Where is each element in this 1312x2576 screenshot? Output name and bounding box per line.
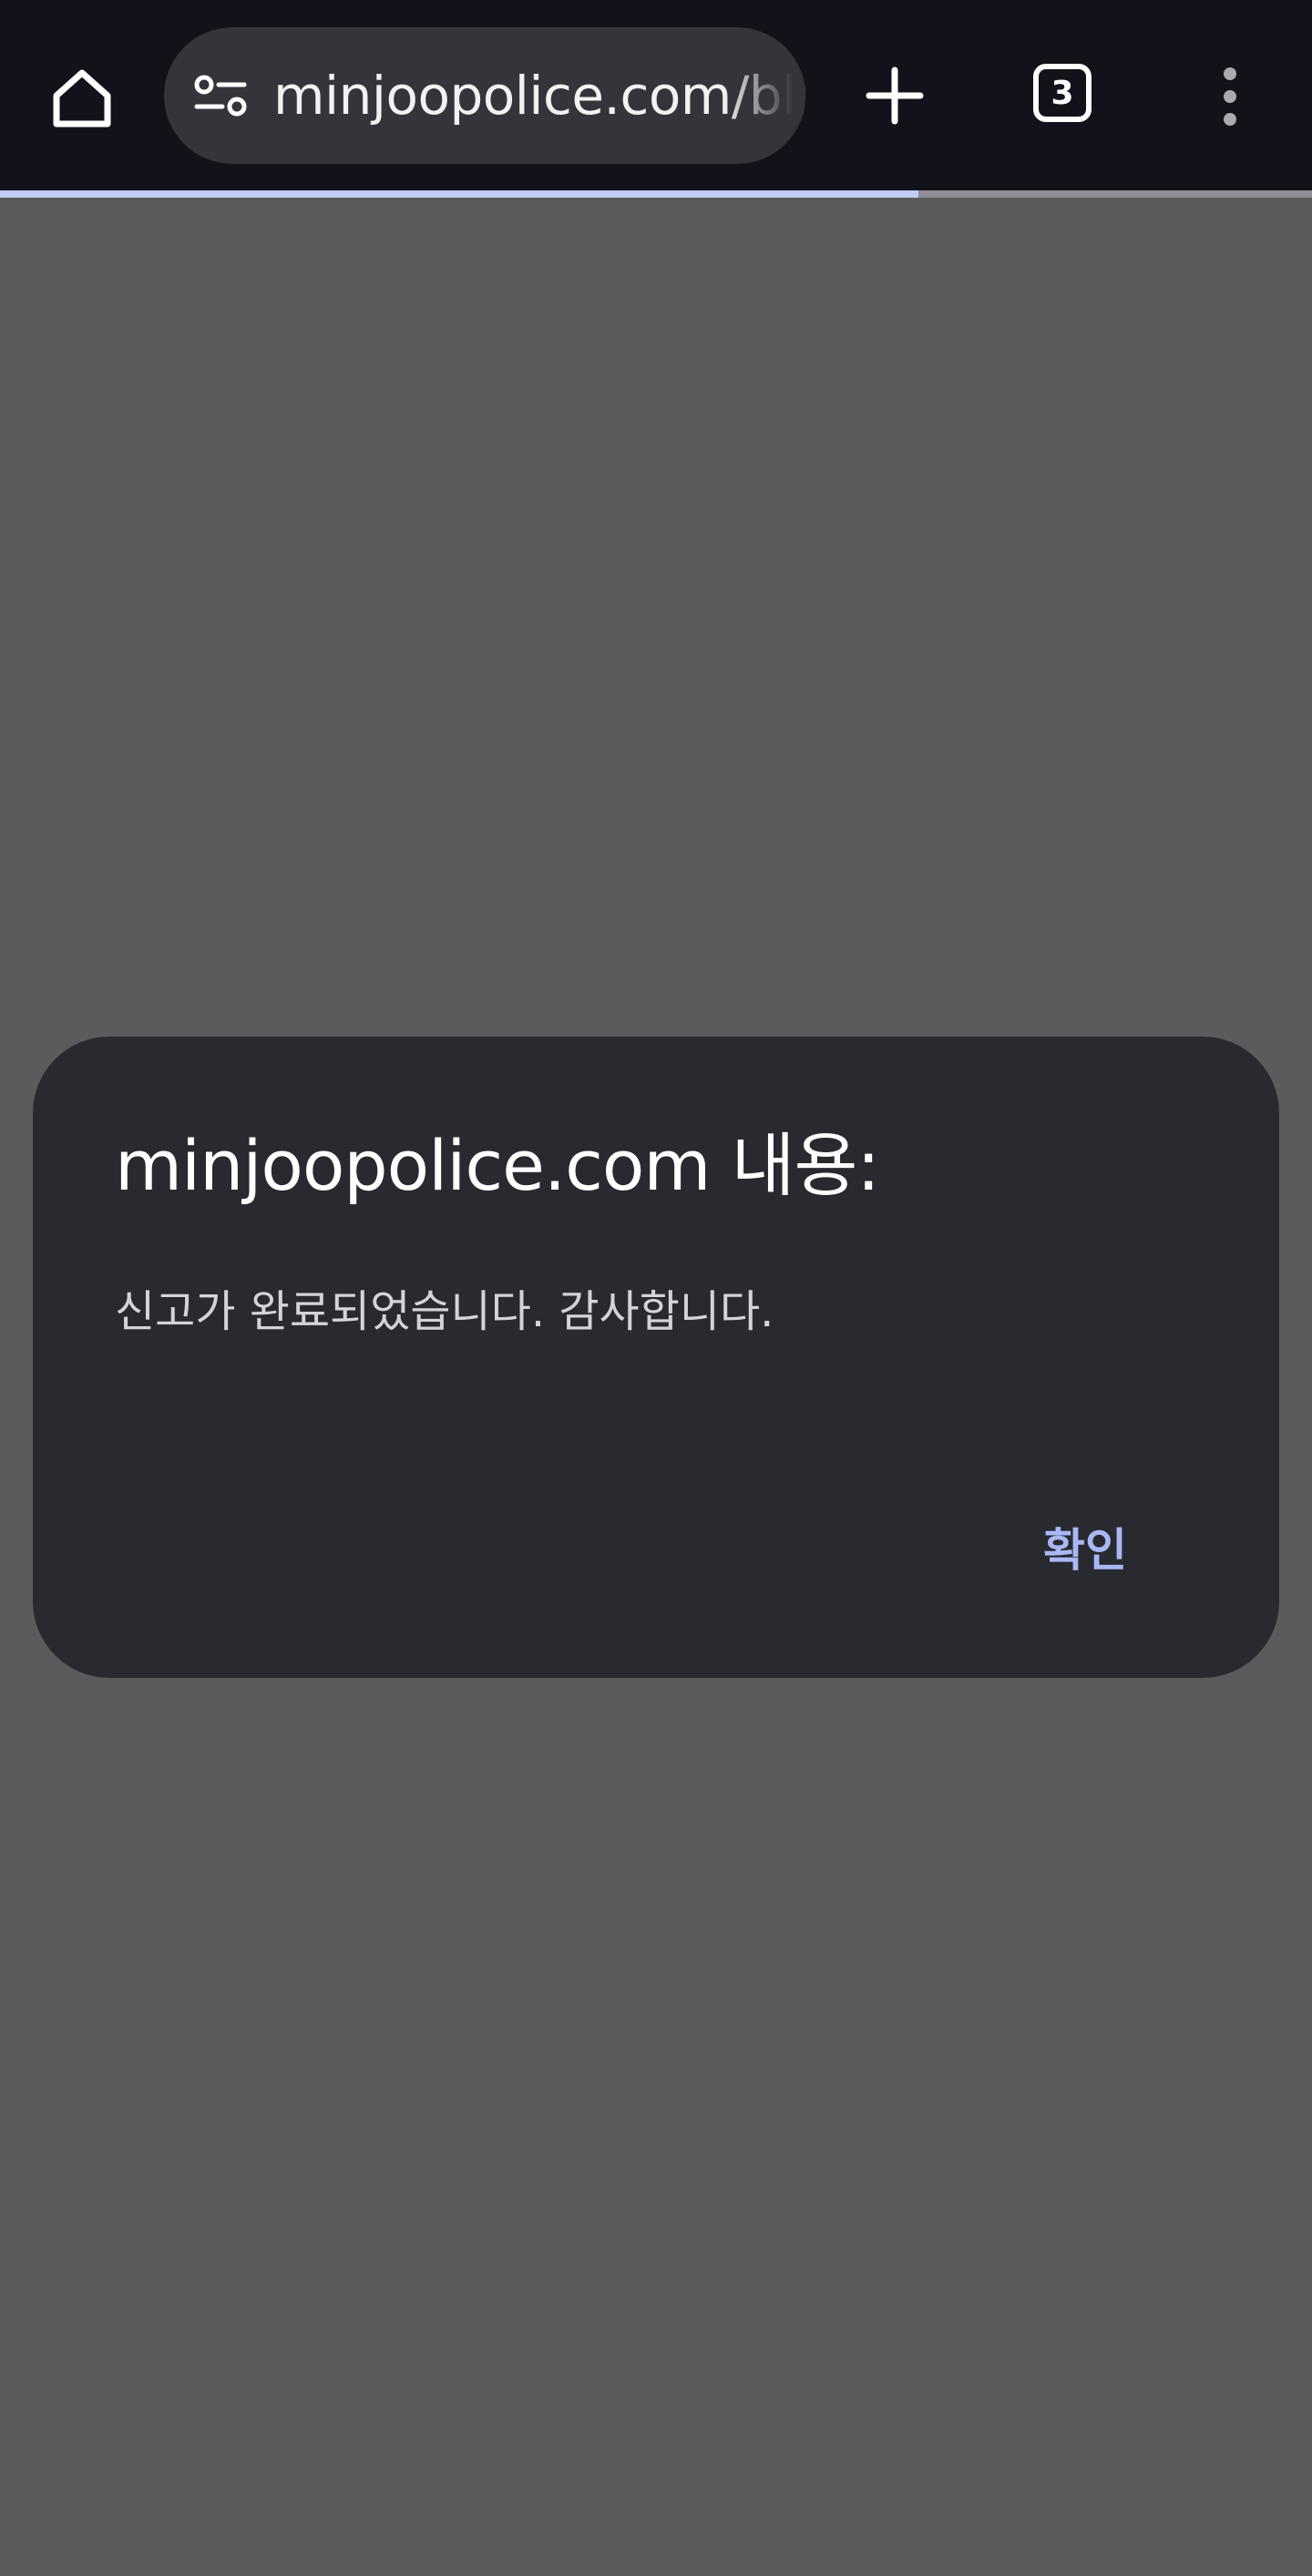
page-load-progress-fill bbox=[0, 190, 918, 198]
home-icon bbox=[53, 69, 111, 128]
address-bar[interactable]: minjoopolice.com/bb bbox=[164, 27, 805, 164]
tab-count: 3 bbox=[1051, 74, 1074, 112]
tune-icon[interactable] bbox=[191, 68, 250, 123]
dialog-title: minjoopolice.com 내용: bbox=[115, 1125, 880, 1206]
alert-dialog: minjoopolice.com 내용: 신고가 완료되었습니다. 감사합니다.… bbox=[33, 1037, 1279, 1678]
page-load-progress bbox=[0, 190, 1312, 198]
ok-button[interactable]: 확인 bbox=[1008, 1501, 1163, 1592]
dialog-message: 신고가 완료되었습니다. 감사합니다. bbox=[115, 1286, 774, 1337]
browser-toolbar: minjoopolice.com/bb 3 bbox=[0, 0, 1312, 198]
plus-icon bbox=[866, 66, 924, 125]
url-fade bbox=[723, 27, 805, 164]
home-button[interactable] bbox=[44, 60, 120, 137]
more-vert-icon bbox=[1224, 67, 1236, 126]
tab-switcher-button[interactable]: 3 bbox=[1033, 64, 1092, 122]
browser-page: minjoopolice.com/bb 3 minjoopolice.com 내… bbox=[0, 0, 1312, 2576]
menu-button[interactable] bbox=[1203, 60, 1257, 133]
new-tab-button[interactable] bbox=[856, 55, 933, 137]
